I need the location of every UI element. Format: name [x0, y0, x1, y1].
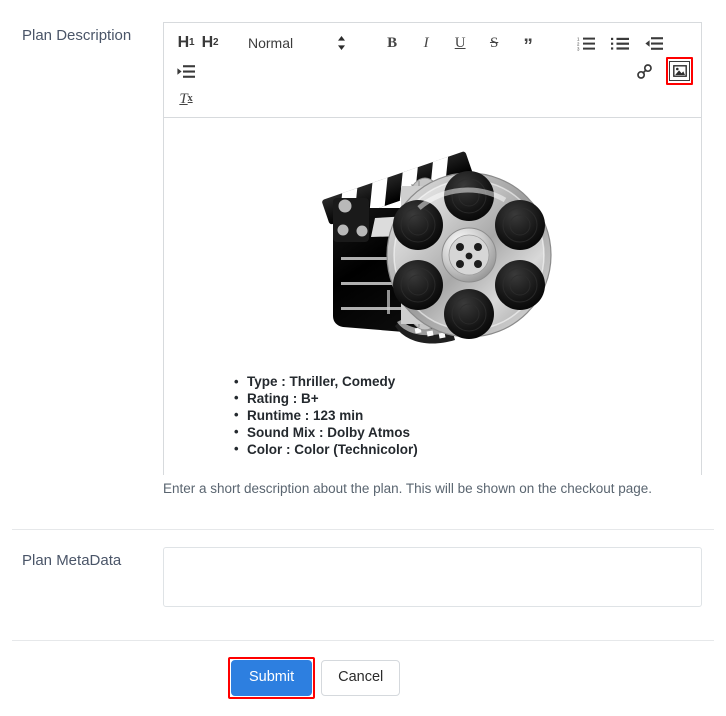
- format-picker[interactable]: Normal: [244, 30, 346, 56]
- list-item: Runtime : 123 min: [234, 407, 687, 424]
- movie-clapperboard-film-reel-image[interactable]: [309, 130, 557, 352]
- plan-metadata-label: Plan MetaData: [22, 552, 122, 569]
- plan-description-form: Plan Description H1 H2 Normal B I U S ” …: [0, 0, 726, 716]
- indent-icon: [177, 64, 195, 79]
- section-divider-top: [12, 529, 714, 530]
- chevron-updown-icon: [337, 36, 346, 50]
- submit-button-highlight: Submit: [228, 657, 316, 699]
- heading-2-sub: 2: [212, 37, 219, 48]
- bullet-list-button[interactable]: [608, 30, 632, 56]
- bullet-list-icon: [611, 36, 630, 51]
- list-item: Sound Mix : Dolby Atmos: [234, 424, 687, 441]
- link-button[interactable]: [632, 58, 656, 84]
- plan-description-label: Plan Description: [22, 27, 132, 44]
- ordered-list-icon: 1 2 3: [577, 36, 596, 51]
- plan-meta-bullet-list: Type : Thriller, Comedy Rating : B+ Runt…: [178, 373, 687, 458]
- heading-1-sub: 1: [188, 37, 195, 48]
- image-button[interactable]: [669, 61, 690, 81]
- heading-1-button[interactable]: H1: [174, 30, 198, 56]
- outdent-button[interactable]: [642, 30, 666, 56]
- blockquote-button[interactable]: ”: [516, 30, 540, 56]
- underline-button[interactable]: U: [448, 30, 472, 56]
- editor-toolbar: H1 H2 Normal B I U S ” 1 2 3 T x: [164, 23, 701, 118]
- format-picker-label: Normal: [248, 35, 294, 51]
- outdent-icon: [645, 36, 664, 51]
- cancel-button[interactable]: Cancel: [321, 660, 401, 696]
- indent-button[interactable]: [174, 58, 198, 84]
- clear-formatting-label: T: [179, 90, 188, 107]
- ordered-list-button[interactable]: 1 2 3: [574, 30, 598, 56]
- svg-text:3: 3: [577, 46, 580, 51]
- list-item: Rating : B+: [234, 390, 687, 407]
- rich-text-editor: H1 H2 Normal B I U S ” 1 2 3 T x • Type …: [163, 22, 702, 506]
- plan-description-help-text: Enter a short description about the plan…: [163, 481, 653, 496]
- image-button-highlight: [666, 57, 693, 85]
- heading-2-label: H: [201, 34, 214, 51]
- heading-1-label: H: [177, 34, 190, 51]
- list-item: Type : Thriller, Comedy: [234, 373, 687, 390]
- bold-button[interactable]: B: [380, 30, 404, 56]
- editor-content-area[interactable]: Type : Thriller, Comedy Rating : B+ Runt…: [164, 118, 701, 506]
- link-icon: [636, 63, 653, 80]
- image-icon: [669, 61, 690, 81]
- strikethrough-button[interactable]: S: [482, 30, 506, 56]
- heading-2-button[interactable]: H2: [198, 30, 222, 56]
- section-divider-bottom: [12, 640, 714, 641]
- clear-formatting-button[interactable]: Tx: [174, 86, 198, 112]
- submit-button[interactable]: Submit: [231, 660, 313, 696]
- form-actions: Submit Cancel: [228, 657, 401, 699]
- italic-button[interactable]: I: [414, 30, 438, 56]
- plan-metadata-input[interactable]: [163, 547, 702, 607]
- list-item: Color : Color (Technicolor): [234, 441, 687, 458]
- clear-formatting-sub: x: [187, 93, 193, 104]
